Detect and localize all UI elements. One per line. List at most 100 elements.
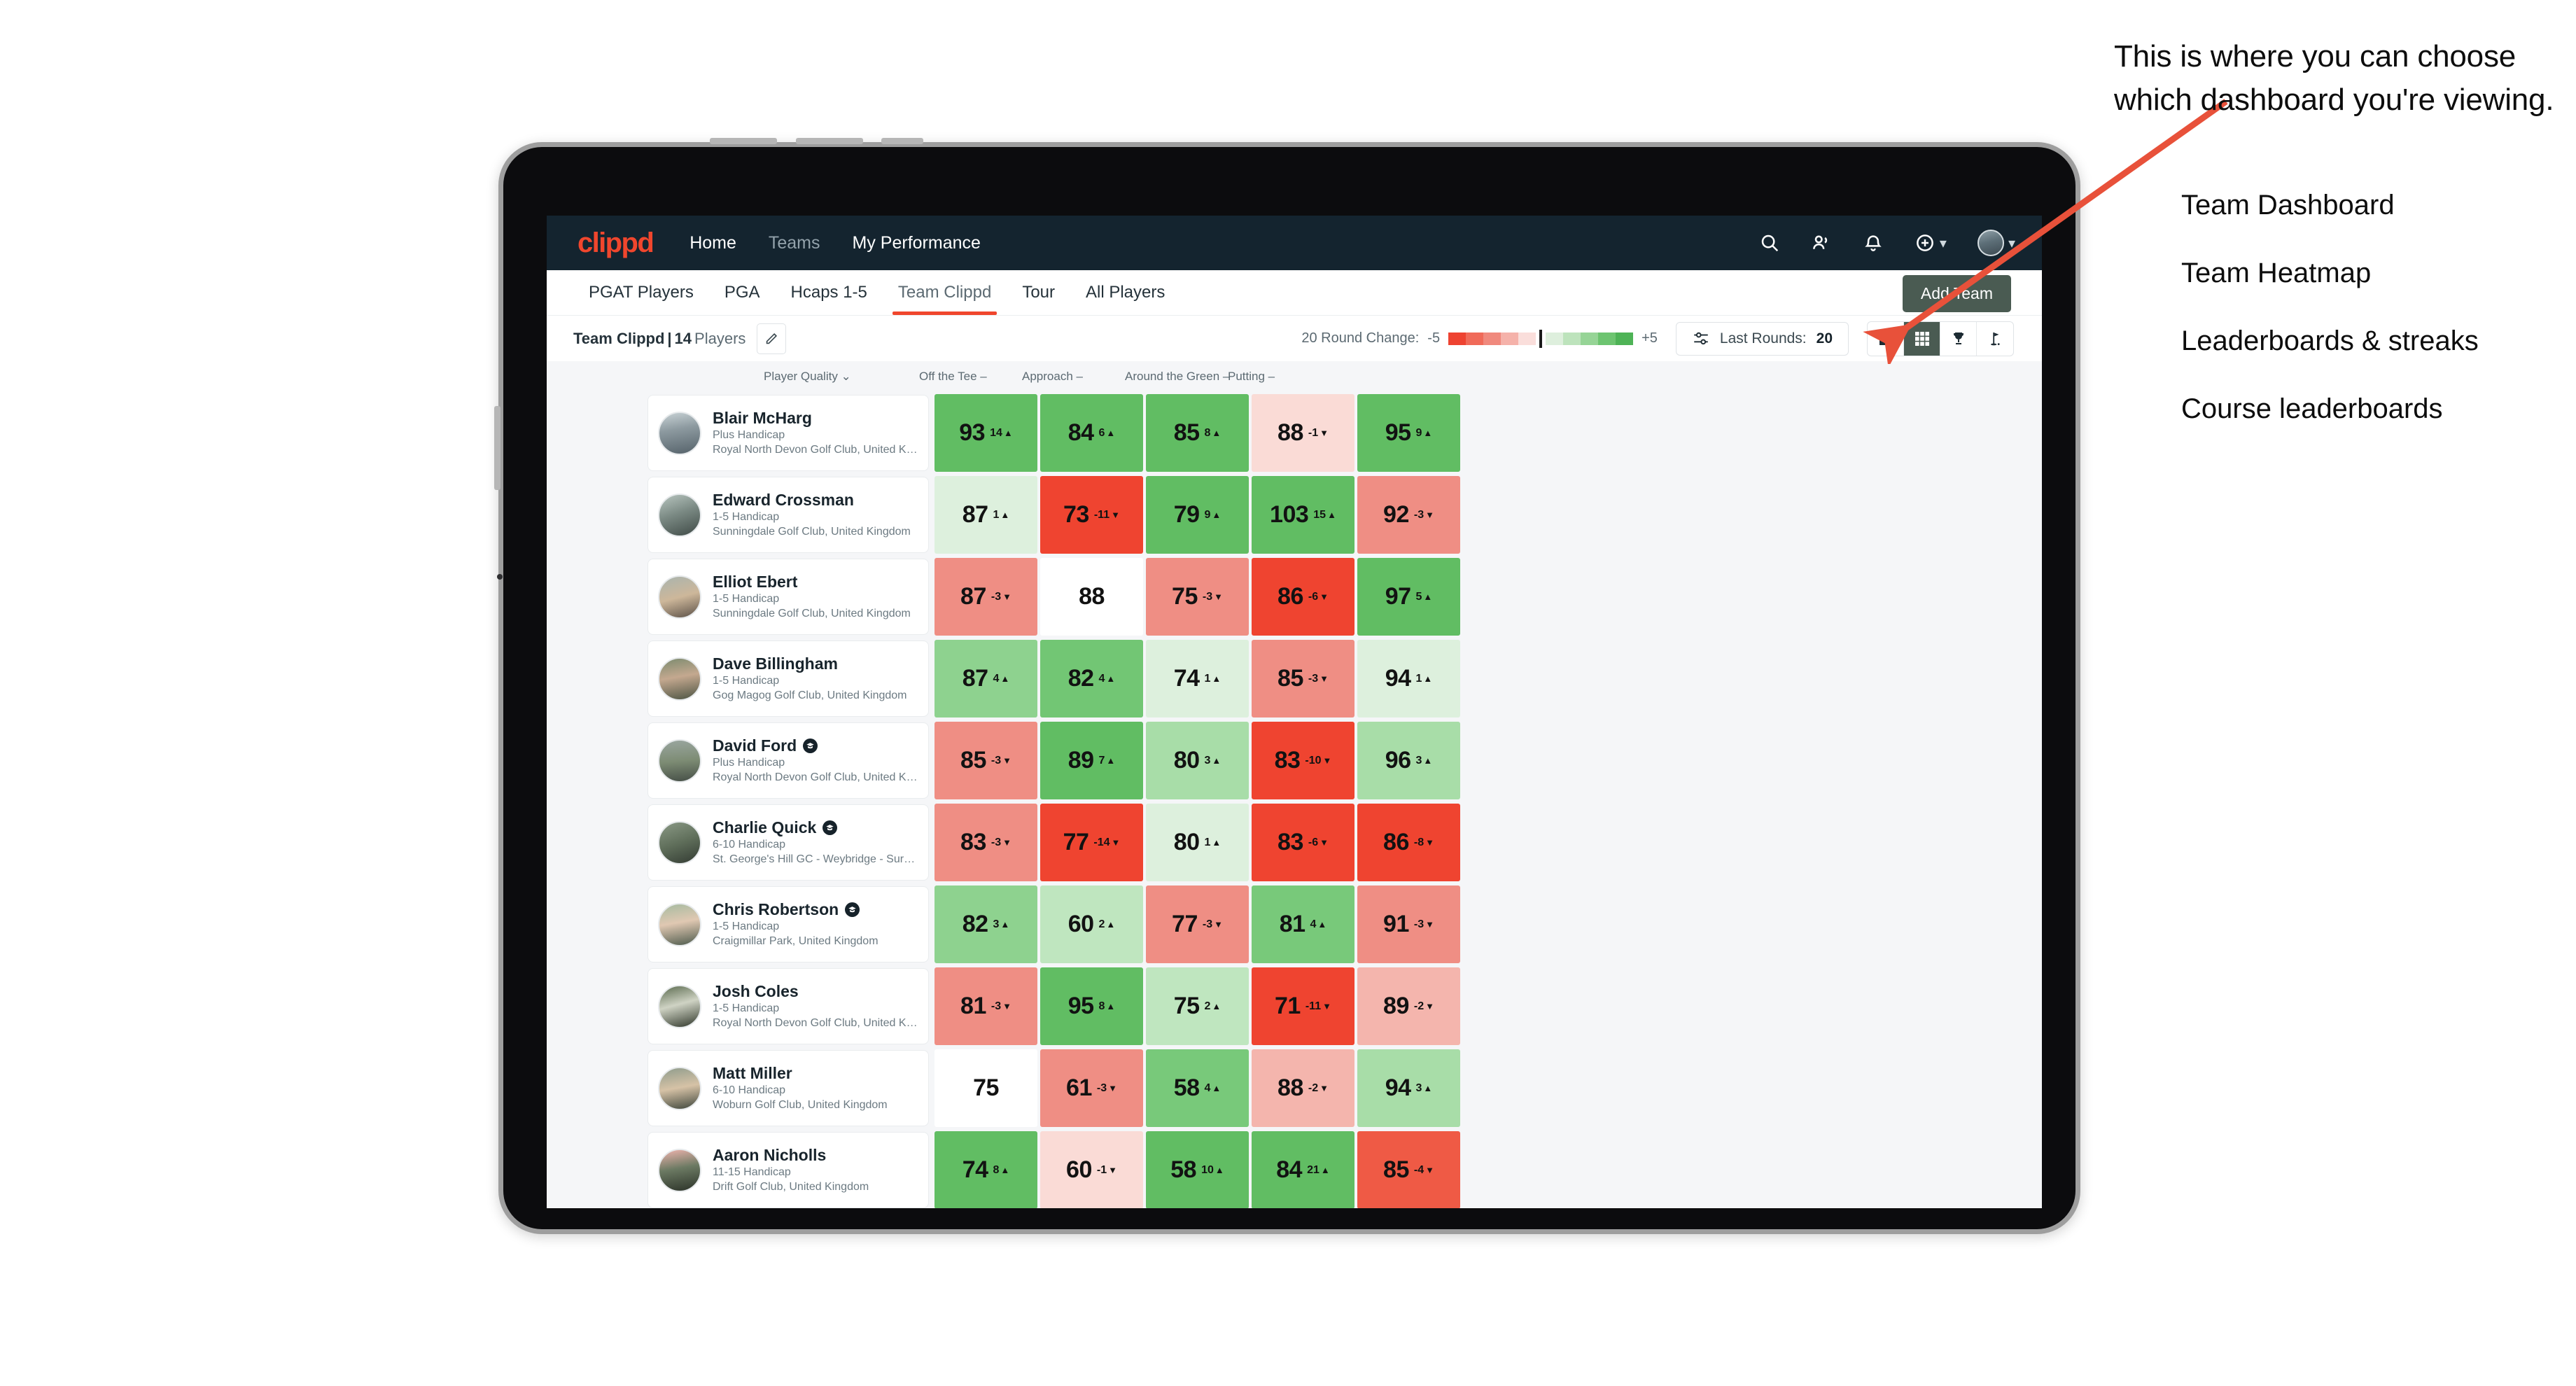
tab-all-players[interactable]: All Players xyxy=(1070,270,1180,315)
table-row[interactable]: Elliot Ebert 1-5 Handicap Sunningdale Golf… xyxy=(547,556,2042,638)
clippd-logo[interactable]: clippd xyxy=(578,229,654,257)
metric-cell-approach[interactable]: 74 1 ▲ xyxy=(1146,640,1249,718)
table-row[interactable]: Edward Crossman 1-5 Handicap Sunningdale G… xyxy=(547,474,2042,556)
metric-cell-approach[interactable]: 75 -3 ▼ xyxy=(1146,558,1249,636)
table-row[interactable]: Aaron Nicholls 11-15 Handicap Drift Golf C… xyxy=(547,1129,2042,1208)
tab-pgat-players[interactable]: PGAT Players xyxy=(573,270,709,315)
metric-cell-off-the-tee[interactable]: 77 -14 ▼ xyxy=(1040,804,1143,881)
metric-cell-around-the-green[interactable]: 81 4 ▲ xyxy=(1252,886,1354,963)
metric-cell-approach[interactable]: 75 2 ▲ xyxy=(1146,967,1249,1045)
metric-cell-around-the-green[interactable]: 71 -11 ▼ xyxy=(1252,967,1354,1045)
tab-hcaps-1-5[interactable]: Hcaps 1-5 xyxy=(776,270,883,315)
metric-cell-around-the-green[interactable]: 83 -6 ▼ xyxy=(1252,804,1354,881)
nav-item-my-performance[interactable]: My Performance xyxy=(853,233,981,253)
metric-cell-off-the-tee[interactable]: 84 6 ▲ xyxy=(1040,394,1143,472)
metric-cell-player-quality[interactable]: 93 14 ▲ xyxy=(934,394,1037,472)
metric-cell-around-the-green[interactable]: 85 -3 ▼ xyxy=(1252,640,1354,718)
player-card[interactable]: Charlie Quick 6-10 Handicap St. George's H… xyxy=(648,804,929,881)
metric-cell-putting[interactable]: 96 3 ▲ xyxy=(1357,722,1460,799)
player-card[interactable]: Josh Coles 1-5 Handicap Royal North Devon … xyxy=(648,968,929,1044)
avatar[interactable] xyxy=(1977,230,2004,256)
metric-cell-off-the-tee[interactable]: 95 8 ▲ xyxy=(1040,967,1143,1045)
metric-cell-off-the-tee[interactable]: 88 xyxy=(1040,558,1143,636)
grid-4-view-button[interactable] xyxy=(1868,321,1904,356)
metric-cell-putting[interactable]: 85 -4 ▼ xyxy=(1357,1131,1460,1208)
column-header-approach[interactable]: Approach – xyxy=(1009,370,1112,384)
player-card[interactable]: David Ford Plus Handicap Royal North Devon… xyxy=(648,722,929,799)
metric-cell-putting[interactable]: 91 -3 ▼ xyxy=(1357,886,1460,963)
metric-cell-off-the-tee[interactable]: 61 -3 ▼ xyxy=(1040,1049,1143,1127)
golf-flag-view-button[interactable] xyxy=(1977,322,2013,356)
player-card[interactable]: Matt Miller 6-10 Handicap Woburn Golf Club… xyxy=(648,1050,929,1126)
player-card[interactable]: Aaron Nicholls 11-15 Handicap Drift Golf C… xyxy=(648,1132,929,1208)
plus-circle-icon[interactable] xyxy=(1914,232,1935,253)
power-button[interactable] xyxy=(710,138,777,144)
metric-cell-around-the-green[interactable]: 88 -1 ▼ xyxy=(1252,394,1354,472)
metric-cell-player-quality[interactable]: 75 xyxy=(934,1049,1037,1127)
metric-cell-player-quality[interactable]: 82 3 ▲ xyxy=(934,886,1037,963)
metric-cell-approach[interactable]: 80 3 ▲ xyxy=(1146,722,1249,799)
profile-menu[interactable]: ▾ xyxy=(1977,230,2015,256)
metric-cell-putting[interactable]: 94 1 ▲ xyxy=(1357,640,1460,718)
metric-cell-off-the-tee[interactable]: 89 7 ▲ xyxy=(1040,722,1143,799)
player-card[interactable]: Blair McHarg Plus Handicap Royal North Dev… xyxy=(648,395,929,471)
table-row[interactable]: Blair McHarg Plus Handicap Royal North Dev… xyxy=(547,392,2042,474)
column-header-putting[interactable]: Putting – xyxy=(1215,370,1318,384)
table-row[interactable]: Chris Robertson 1-5 Handicap Craigmillar P… xyxy=(547,883,2042,965)
column-header-off-the-tee[interactable]: Off the Tee – xyxy=(906,370,1009,384)
metric-cell-putting[interactable]: 89 -2 ▼ xyxy=(1357,967,1460,1045)
metric-cell-around-the-green[interactable]: 84 21 ▲ xyxy=(1252,1131,1354,1208)
player-card[interactable]: Chris Robertson 1-5 Handicap Craigmillar P… xyxy=(648,886,929,962)
metric-cell-around-the-green[interactable]: 103 15 ▲ xyxy=(1252,476,1354,554)
edit-team-button[interactable] xyxy=(757,323,787,354)
volume-down-button[interactable] xyxy=(881,138,923,144)
metric-cell-player-quality[interactable]: 74 8 ▲ xyxy=(934,1131,1037,1208)
people-icon[interactable] xyxy=(1811,232,1832,253)
last-rounds-filter[interactable]: Last Rounds: 20 xyxy=(1675,321,1849,356)
add-team-button[interactable]: Add Team xyxy=(1902,275,2011,312)
metric-cell-putting[interactable]: 95 9 ▲ xyxy=(1357,394,1460,472)
metric-cell-off-the-tee[interactable]: 73 -11 ▼ xyxy=(1040,476,1143,554)
volume-up-button[interactable] xyxy=(796,138,863,144)
bell-icon[interactable] xyxy=(1863,232,1884,253)
tab-pga[interactable]: PGA xyxy=(709,270,776,315)
metric-cell-putting[interactable]: 97 5 ▲ xyxy=(1357,558,1460,636)
metric-cell-approach[interactable]: 58 10 ▲ xyxy=(1146,1131,1249,1208)
metric-cell-approach[interactable]: 77 -3 ▼ xyxy=(1146,886,1249,963)
metric-cell-putting[interactable]: 86 -8 ▼ xyxy=(1357,804,1460,881)
player-card[interactable]: Dave Billingham 1-5 Handicap Gog Magog Gol… xyxy=(648,640,929,717)
metric-cell-around-the-green[interactable]: 88 -2 ▼ xyxy=(1252,1049,1354,1127)
tab-team-clippd[interactable]: Team Clippd xyxy=(883,270,1007,315)
metric-cell-around-the-green[interactable]: 86 -6 ▼ xyxy=(1252,558,1354,636)
tab-tour[interactable]: Tour xyxy=(1007,270,1070,315)
metric-cell-approach[interactable]: 79 9 ▲ xyxy=(1146,476,1249,554)
metric-cell-putting[interactable]: 92 -3 ▼ xyxy=(1357,476,1460,554)
metric-cell-around-the-green[interactable]: 83 -10 ▼ xyxy=(1252,722,1354,799)
metric-cell-putting[interactable]: 94 3 ▲ xyxy=(1357,1049,1460,1127)
metric-cell-off-the-tee[interactable]: 60 2 ▲ xyxy=(1040,886,1143,963)
metric-cell-approach[interactable]: 80 1 ▲ xyxy=(1146,804,1249,881)
table-row[interactable]: David Ford Plus Handicap Royal North Devon… xyxy=(547,720,2042,802)
grid-9-view-button[interactable] xyxy=(1904,321,1940,356)
metric-cell-player-quality[interactable]: 87 4 ▲ xyxy=(934,640,1037,718)
metric-cell-approach[interactable]: 85 8 ▲ xyxy=(1146,394,1249,472)
table-row[interactable]: Matt Miller 6-10 Handicap Woburn Golf Club… xyxy=(547,1047,2042,1129)
search-icon[interactable] xyxy=(1759,232,1780,253)
column-header-player-quality[interactable]: Player Quality ⌄ xyxy=(751,370,906,384)
player-card[interactable]: Edward Crossman 1-5 Handicap Sunningdale G… xyxy=(648,477,929,553)
metric-cell-player-quality[interactable]: 87 -3 ▼ xyxy=(934,558,1037,636)
metric-cell-player-quality[interactable]: 83 -3 ▼ xyxy=(934,804,1037,881)
metric-cell-off-the-tee[interactable]: 60 -1 ▼ xyxy=(1040,1131,1143,1208)
metric-cell-approach[interactable]: 58 4 ▲ xyxy=(1146,1049,1249,1127)
trophy-view-button[interactable] xyxy=(1940,321,1977,356)
nav-item-teams[interactable]: Teams xyxy=(769,233,820,253)
table-row[interactable]: Dave Billingham 1-5 Handicap Gog Magog Gol… xyxy=(547,638,2042,720)
table-row[interactable]: Josh Coles 1-5 Handicap Royal North Devon … xyxy=(547,965,2042,1047)
metric-cell-player-quality[interactable]: 81 -3 ▼ xyxy=(934,967,1037,1045)
side-button[interactable] xyxy=(494,406,500,490)
create-menu[interactable]: ▾ xyxy=(1914,232,1947,253)
nav-item-home[interactable]: Home xyxy=(690,233,736,253)
table-row[interactable]: Charlie Quick 6-10 Handicap St. George's H… xyxy=(547,802,2042,883)
column-header-around-the-green[interactable]: Around the Green – xyxy=(1112,370,1229,384)
metric-cell-player-quality[interactable]: 87 1 ▲ xyxy=(934,476,1037,554)
